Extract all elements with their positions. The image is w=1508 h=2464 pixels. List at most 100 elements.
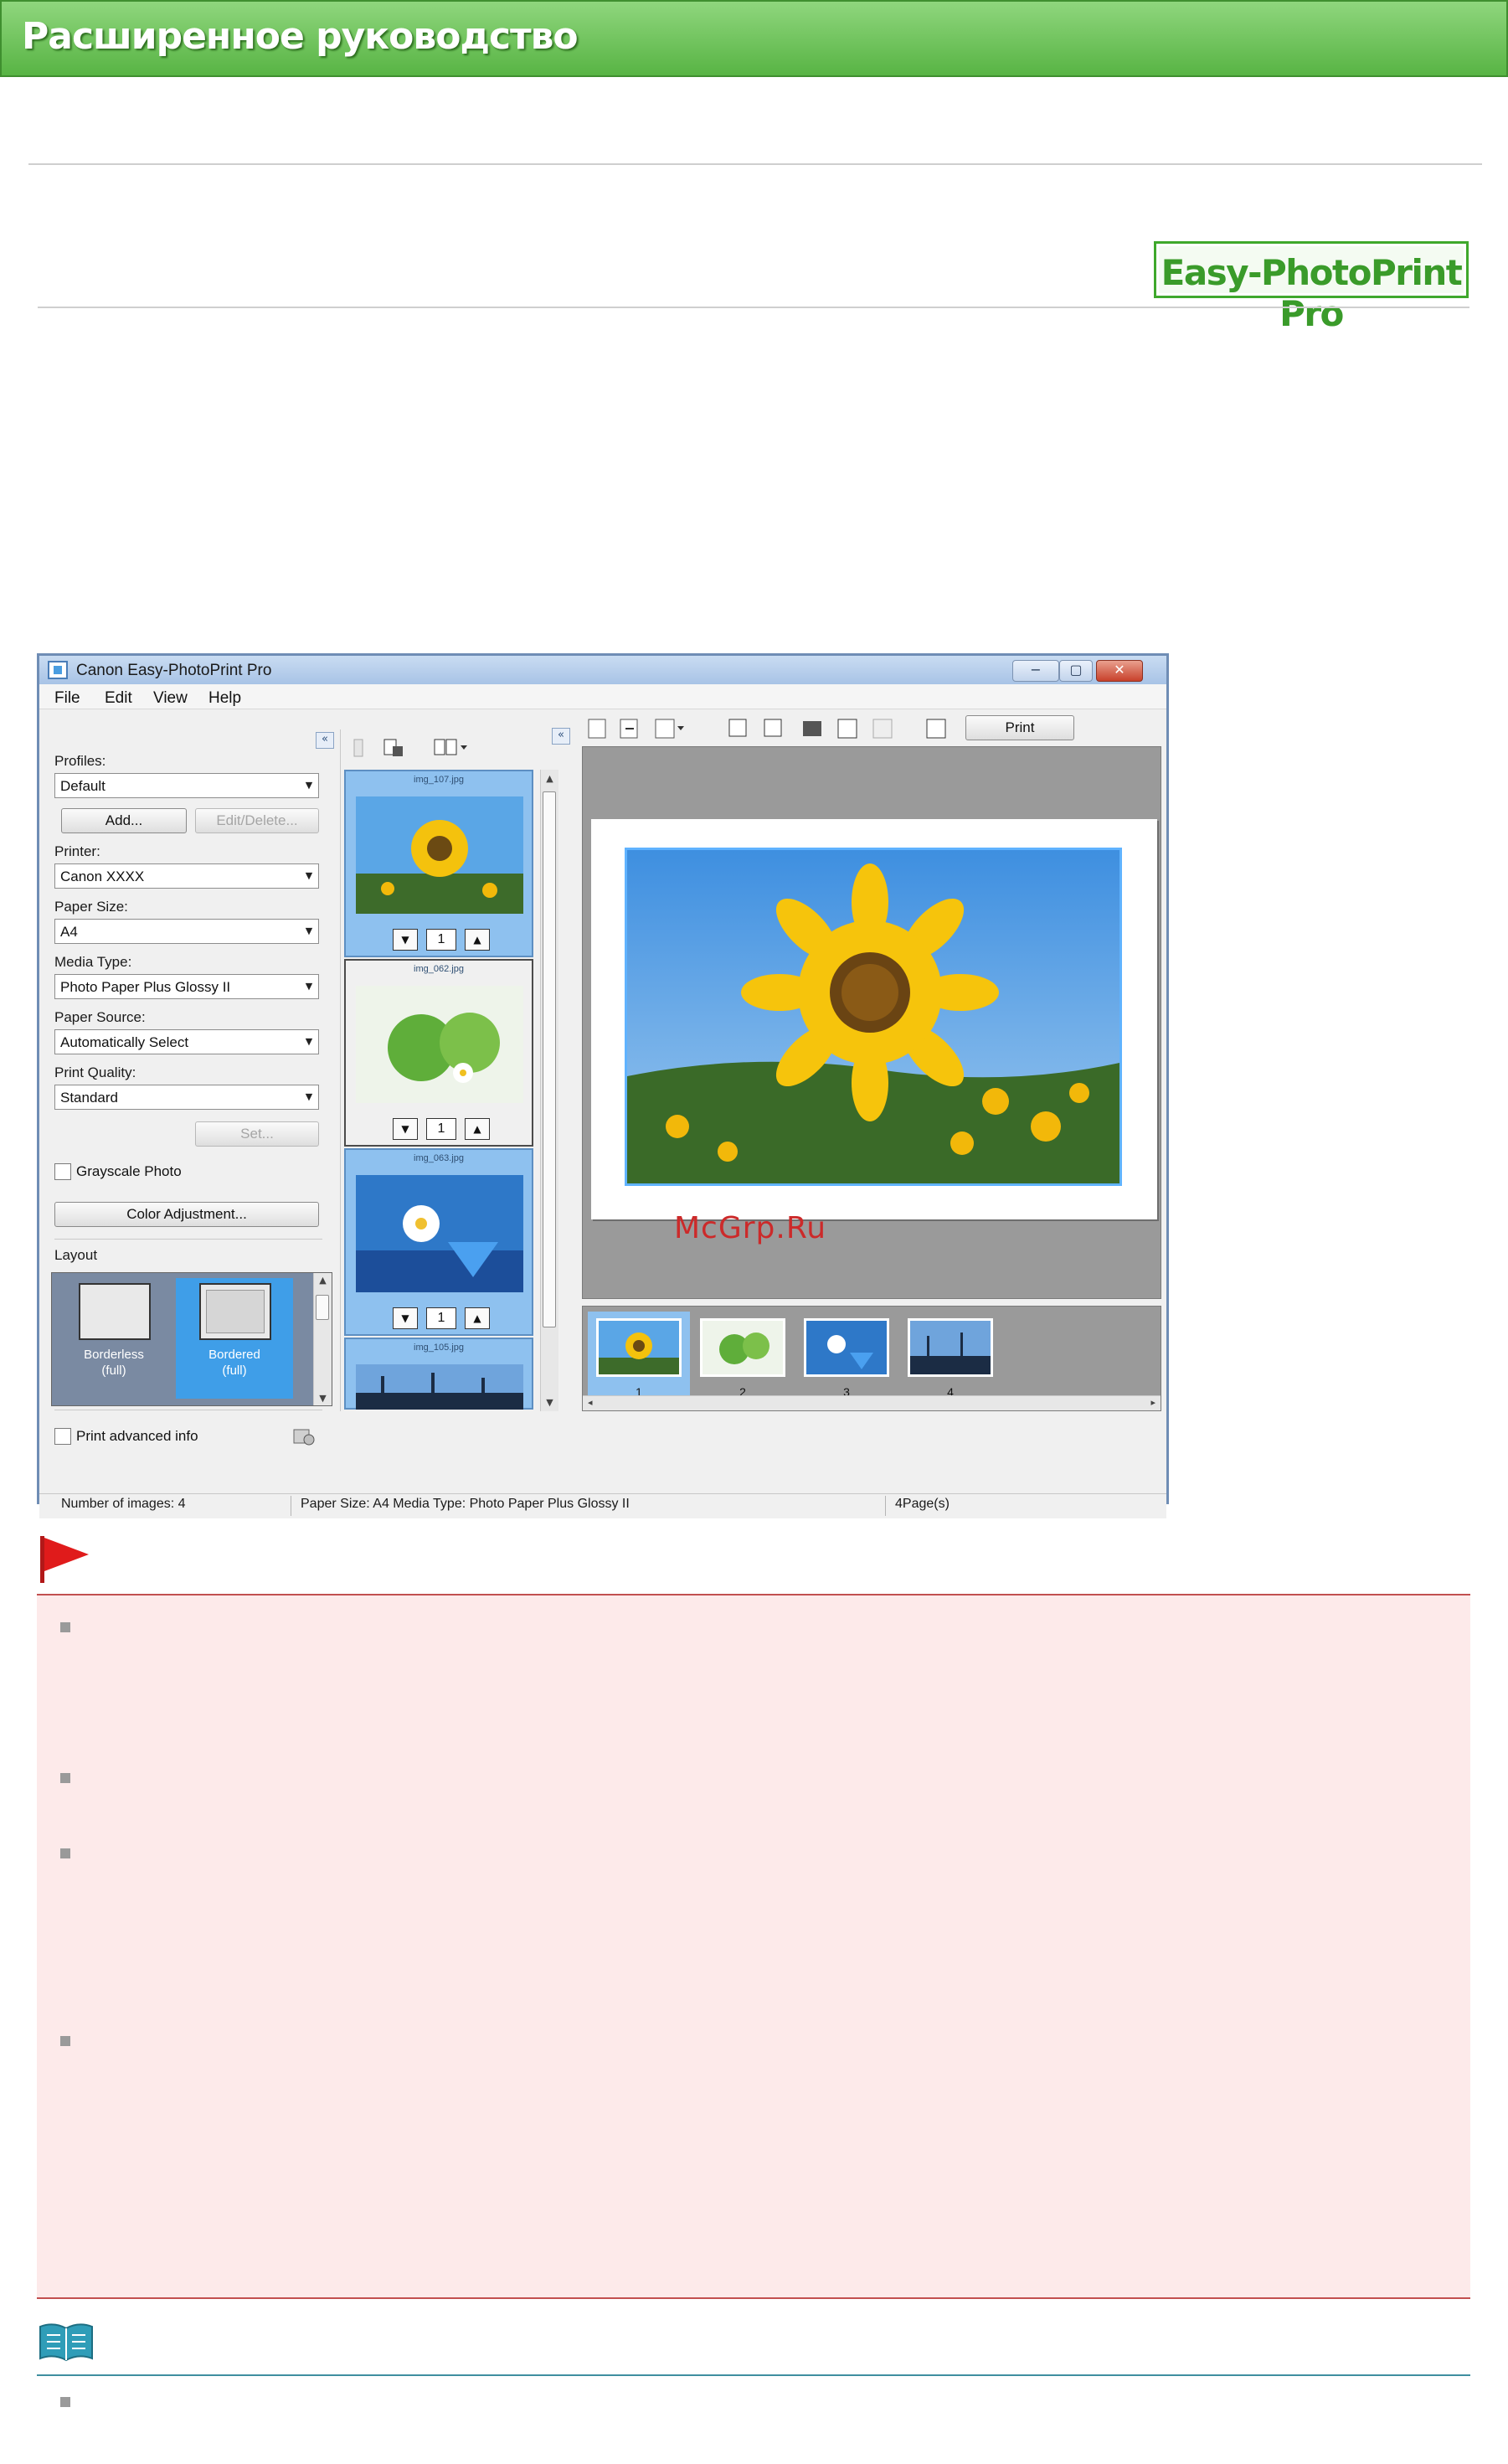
bullet-icon — [60, 1773, 70, 1783]
layout-scrollbar[interactable]: ▲ ▼ — [313, 1273, 332, 1405]
photo-thumbnail-apples — [356, 986, 523, 1103]
print-button[interactable]: Print — [965, 715, 1074, 740]
status-page-count: 4Page(s) — [895, 1497, 950, 1511]
media-type-select[interactable]: Photo Paper Plus Glossy II ▼ — [54, 974, 319, 999]
scroll-thumb[interactable] — [543, 791, 556, 1327]
print-settings-icon — [926, 719, 946, 739]
advanced-info-label: Print advanced info — [76, 1428, 198, 1444]
page-thumbnail[interactable]: 3 — [795, 1312, 898, 1409]
collapse-panel-button[interactable]: « — [552, 728, 570, 745]
layout-label: Layout — [54, 1247, 98, 1263]
status-image-count: Number of images: 4 — [61, 1497, 186, 1511]
status-bar: Number of images: 4 Paper Size: A4 Media… — [39, 1493, 1166, 1518]
product-logo-text: Easy-PhotoPrint Pro — [1161, 252, 1463, 334]
chevron-down-icon: ▼ — [305, 925, 313, 936]
layout-borderless-icon — [79, 1283, 151, 1340]
sort-icon[interactable] — [347, 738, 369, 758]
copies-value[interactable]: 1 — [426, 1307, 456, 1329]
photo-list-scrollbar[interactable]: ▲ ▼ — [540, 770, 558, 1411]
increase-copies-button[interactable]: ▲ — [465, 929, 490, 951]
color-adjustment-button[interactable]: Color Adjustment... — [54, 1202, 319, 1227]
chevron-down-icon: ▼ — [305, 1091, 313, 1102]
crop-icon — [728, 719, 747, 737]
window-titlebar[interactable]: Canon Easy-PhotoPrint Pro − ▢ ✕ — [39, 656, 1166, 684]
decrease-copies-button[interactable]: ▼ — [393, 1118, 418, 1140]
print-quality-select[interactable]: Standard ▼ — [54, 1085, 319, 1110]
menu-file[interactable]: File — [54, 689, 80, 708]
maximize-button[interactable]: ▢ — [1059, 660, 1093, 682]
menu-edit[interactable]: Edit — [105, 689, 132, 708]
copies-value[interactable]: 1 — [426, 1118, 456, 1140]
page: Расширенное руководство Easy-PhotoPrint … — [0, 0, 1508, 2464]
preview-page — [591, 819, 1157, 1219]
photo-item[interactable]: img_063.jpg ▼ 1 ▲ — [344, 1148, 533, 1336]
photo-item[interactable]: img_105.jpg — [344, 1338, 533, 1410]
scroll-up-icon: ▲ — [319, 1275, 327, 1286]
advanced-info-checkbox[interactable] — [54, 1428, 71, 1445]
paper-source-select[interactable]: Automatically Select ▼ — [54, 1029, 319, 1054]
decrease-copies-button[interactable]: ▼ — [393, 929, 418, 951]
page-thumbnail[interactable]: 2 — [692, 1312, 794, 1409]
collapse-panel-button[interactable]: « — [316, 732, 334, 749]
menu-view[interactable]: View — [153, 689, 188, 708]
layout-bordered-icon — [199, 1283, 271, 1340]
photo-filename: img_062.jpg — [414, 964, 464, 974]
add-profile-button[interactable]: Add... — [61, 808, 187, 833]
layout-option-bordered[interactable]: Bordered (full) — [176, 1278, 293, 1399]
frame-icon — [803, 721, 821, 736]
preview-photo-sunflower[interactable] — [625, 848, 1122, 1186]
divider — [38, 307, 1469, 308]
maximize-icon: ▢ — [1069, 662, 1083, 678]
increase-copies-button[interactable]: ▲ — [465, 1307, 490, 1329]
bullet-icon — [60, 2397, 70, 2407]
photo-item[interactable]: img_062.jpg ▼ 1 ▲ — [344, 959, 533, 1147]
menu-help[interactable]: Help — [208, 689, 241, 708]
page-thumbnail-strip: 1 2 3 4 ◂ ▸ — [582, 1306, 1161, 1411]
image-select-icon[interactable] — [383, 738, 404, 758]
text-icon — [872, 719, 893, 739]
copies-stepper: ▼ 1 ▲ — [393, 1307, 490, 1329]
edit-delete-profile-button[interactable]: Edit/Delete... — [195, 808, 319, 833]
grayscale-checkbox[interactable] — [54, 1163, 71, 1180]
app-window: Canon Easy-PhotoPrint Pro − ▢ ✕ File Edi… — [37, 653, 1169, 1518]
printer-select[interactable]: Canon XXXX ▼ — [54, 863, 319, 889]
layout-option-borderless[interactable]: Borderless (full) — [55, 1278, 172, 1399]
increase-copies-button[interactable]: ▲ — [465, 1118, 490, 1140]
bullet-icon — [60, 1848, 70, 1858]
photo-list-panel: « img_107.jpg ▼ 1 ▲ img_062.jpg ▼ 1 ▲ im… — [341, 709, 577, 1411]
decrease-copies-button[interactable]: ▼ — [393, 1307, 418, 1329]
page-thumbnail[interactable]: 4 — [899, 1312, 1001, 1409]
scroll-up-icon: ▲ — [546, 773, 553, 784]
photo-filename: img_107.jpg — [414, 775, 464, 785]
scroll-thumb[interactable] — [316, 1295, 329, 1320]
bullet-icon — [60, 1622, 70, 1632]
paper-size-label: Paper Size: — [54, 899, 128, 915]
thumbnail-scrollbar[interactable]: ◂ ▸ — [583, 1395, 1161, 1410]
close-button[interactable]: ✕ — [1096, 660, 1143, 682]
view-mode-icon[interactable] — [433, 738, 470, 758]
page-thumbnail[interactable]: 1 — [588, 1312, 690, 1409]
rotate-right-icon — [620, 719, 638, 739]
paper-source-label: Paper Source: — [54, 1009, 146, 1025]
minimize-button[interactable]: − — [1012, 660, 1059, 682]
profiles-select[interactable]: Default ▼ — [54, 773, 319, 798]
chevron-down-icon: ▼ — [305, 780, 313, 791]
copies-stepper: ▼ 1 ▲ — [393, 929, 490, 951]
watermark: McGrp.Ru — [674, 1211, 827, 1245]
profiles-label: Profiles: — [54, 753, 106, 769]
divider — [54, 1239, 322, 1240]
paper-source-value: Automatically Select — [60, 1034, 189, 1050]
paper-size-value: A4 — [60, 924, 78, 940]
copies-value[interactable]: 1 — [426, 929, 456, 951]
paper-size-select[interactable]: A4 ▼ — [54, 919, 319, 944]
copies-stepper: ▼ 1 ▲ — [393, 1118, 490, 1140]
preview-toolbar — [588, 719, 946, 739]
photo-item[interactable]: img_107.jpg ▼ 1 ▲ — [344, 770, 533, 957]
scroll-left-icon: ◂ — [588, 1397, 593, 1408]
quality-set-button[interactable]: Set... — [195, 1121, 319, 1147]
copy-icon — [764, 719, 782, 737]
info-settings-icon[interactable] — [292, 1425, 316, 1446]
divider — [28, 163, 1482, 165]
photo-filename: img_105.jpg — [414, 1343, 464, 1353]
print-preview — [582, 746, 1161, 1299]
